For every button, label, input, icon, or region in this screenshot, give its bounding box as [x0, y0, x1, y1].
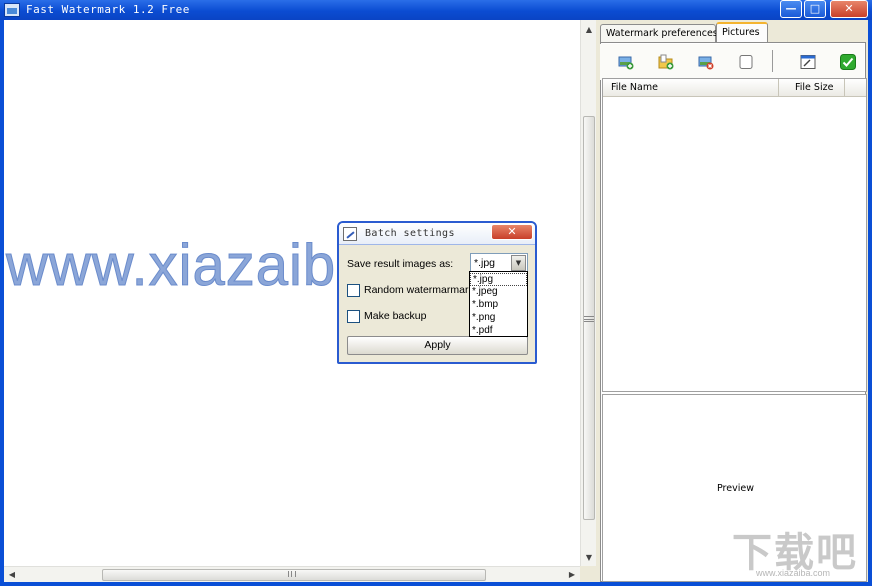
horizontal-grip-icon — [288, 571, 296, 577]
format-option-jpeg[interactable]: *.jpeg — [470, 286, 527, 299]
random-watermark-checkbox[interactable] — [347, 284, 360, 297]
dialog-close-button[interactable]: ✕ — [491, 224, 533, 240]
add-folder-button[interactable] — [656, 52, 676, 72]
column-file-name[interactable]: File Name — [603, 79, 779, 97]
vertical-grip-icon — [584, 316, 594, 322]
minimize-button[interactable]: — — [780, 0, 802, 18]
window-bottom-border — [0, 582, 872, 586]
save-format-value: *.jpg — [474, 257, 496, 269]
window-title: Fast Watermark 1.2 Free — [26, 3, 190, 16]
site-url: www.xiazaiba.com — [756, 568, 831, 578]
dialog-title: Batch settings — [365, 228, 455, 239]
close-button[interactable]: ✕ — [830, 0, 868, 18]
pictures-toolbar — [600, 44, 864, 80]
scroll-down-icon[interactable]: ▼ — [581, 550, 597, 566]
apply-check-icon — [840, 54, 856, 70]
column-file-size[interactable]: File Size — [779, 79, 845, 97]
add-image-icon — [618, 56, 634, 70]
make-backup-checkbox[interactable] — [347, 310, 360, 323]
pictures-list[interactable]: File Name File Size — [602, 78, 867, 392]
app-window: Fast Watermark 1.2 Free — □ ✕ www.xiazai… — [0, 0, 872, 586]
format-option-pdf[interactable]: *.pdf — [470, 325, 527, 338]
batch-settings-icon — [800, 55, 816, 69]
apply-button[interactable]: Apply — [347, 336, 528, 355]
chevron-down-icon[interactable]: ▼ — [511, 255, 526, 271]
right-panel: Watermark preferences Pictures File Name… — [596, 20, 868, 582]
scroll-corner — [580, 566, 596, 582]
site-watermark: 下载吧 www.xiazaiba.com — [728, 520, 868, 580]
tab-pictures[interactable]: Pictures — [716, 22, 768, 43]
random-watermark-label: Random watermarmark — [364, 284, 470, 296]
maximize-button[interactable]: □ — [804, 0, 826, 18]
format-option-png[interactable]: *.png — [470, 312, 527, 325]
clear-list-button[interactable] — [736, 52, 756, 72]
make-backup-label: Make backup — [364, 310, 427, 322]
tab-watermark-preferences[interactable]: Watermark preferences — [600, 24, 718, 43]
list-header: File Name File Size — [603, 79, 866, 97]
format-dropdown-list[interactable]: *.jpg *.jpeg *.bmp *.png *.pdf — [469, 271, 528, 337]
apply-watermark-button[interactable] — [838, 52, 858, 72]
format-option-jpg[interactable]: *.jpg — [470, 273, 527, 286]
remove-image-button[interactable] — [696, 52, 716, 72]
vertical-scrollbar[interactable]: ▲ ▼ — [580, 20, 596, 566]
scroll-right-icon[interactable]: ▶ — [564, 567, 580, 583]
batch-settings-icon — [343, 227, 357, 241]
horizontal-scrollbar[interactable]: ◀ ▶ — [4, 566, 580, 582]
save-format-label: Save result images as: — [347, 258, 454, 270]
title-bar[interactable]: Fast Watermark 1.2 Free — □ ✕ — [0, 0, 872, 20]
toolbar-separator — [772, 50, 773, 72]
clear-list-icon — [739, 55, 753, 69]
batch-settings-button[interactable] — [798, 52, 818, 72]
scroll-left-icon[interactable]: ◀ — [4, 567, 20, 583]
app-icon — [4, 3, 20, 17]
dialog-title-bar[interactable]: Batch settings ✕ — [339, 223, 535, 245]
add-folder-icon — [658, 54, 674, 70]
scroll-up-icon[interactable]: ▲ — [581, 22, 597, 38]
remove-image-icon — [698, 56, 714, 70]
save-format-select[interactable]: *.jpg ▼ — [470, 253, 528, 273]
format-option-bmp[interactable]: *.bmp — [470, 299, 527, 312]
add-image-button[interactable] — [616, 52, 636, 72]
preview-label: Preview — [717, 483, 754, 494]
